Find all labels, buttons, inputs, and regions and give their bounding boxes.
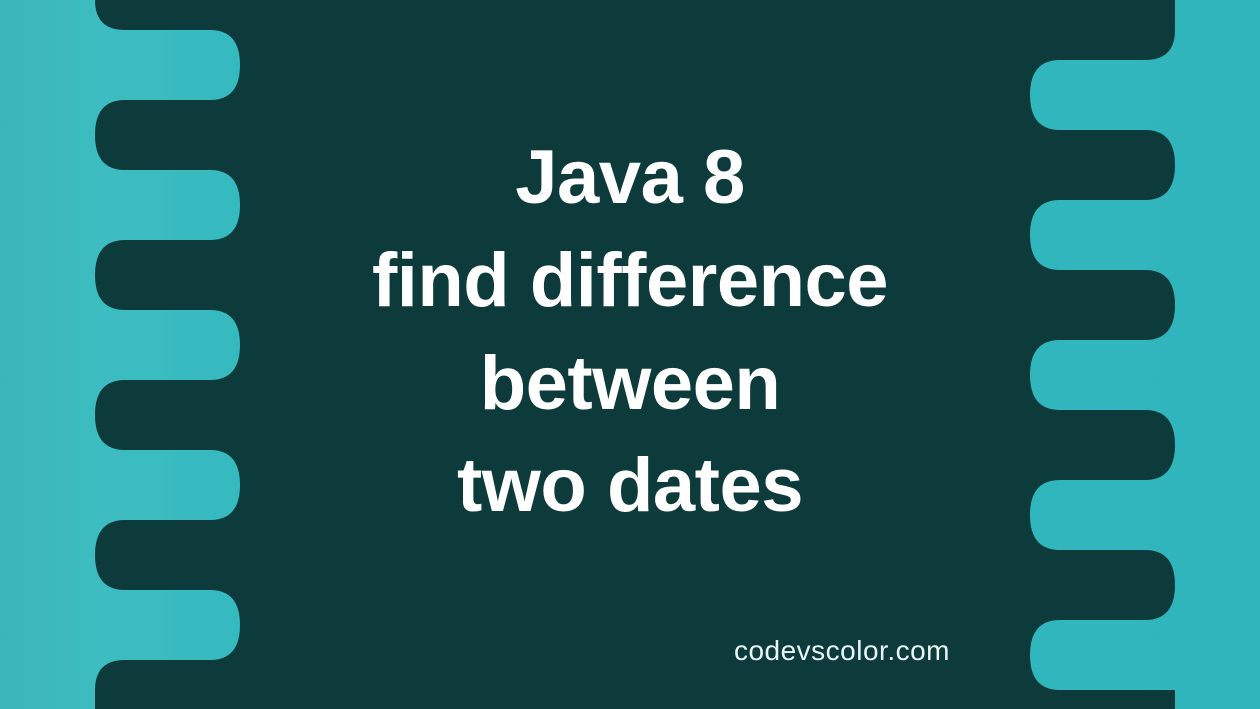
- title-line-4: two dates: [457, 443, 803, 528]
- title-line-3: between: [480, 341, 781, 426]
- title-line-1: Java 8: [515, 135, 744, 220]
- banner-canvas: Java 8 find difference between two dates…: [0, 0, 1260, 709]
- content-container: Java 8 find difference between two dates: [0, 0, 1260, 709]
- attribution-text: codevscolor.com: [734, 635, 950, 667]
- title-line-2: find difference: [372, 238, 888, 323]
- banner-title: Java 8 find difference between two dates: [372, 127, 888, 537]
